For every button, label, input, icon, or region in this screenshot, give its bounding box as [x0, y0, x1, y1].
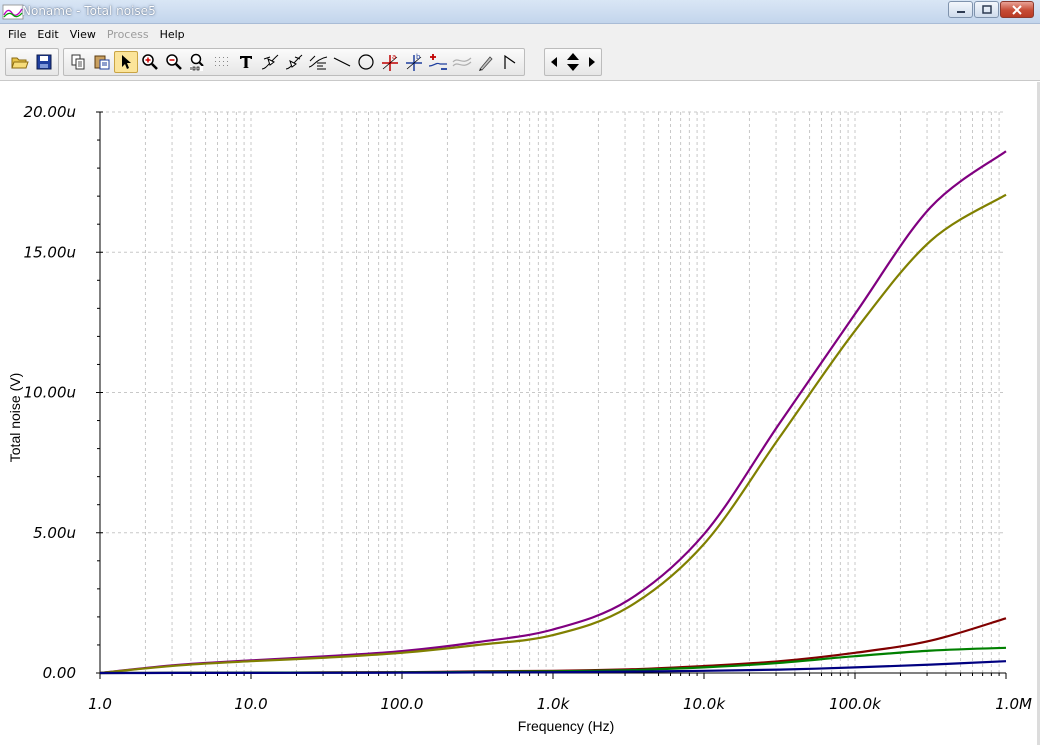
- y-tick-label: 15.00u: [24, 243, 76, 261]
- paste-icon: [94, 55, 110, 70]
- remove-curve-icon: [452, 57, 472, 67]
- zoom-100-icon: [190, 53, 204, 71]
- zoom-out-icon: [166, 54, 182, 70]
- minimize-button[interactable]: [948, 1, 973, 18]
- line-tool-icon: [333, 57, 351, 67]
- y-axis-label: Total noise (V): [7, 373, 23, 462]
- x-axis-label: Frequency (Hz): [518, 718, 614, 734]
- axes-layer: [96, 111, 1007, 679]
- circle-tool-icon: [358, 54, 374, 70]
- x-tick-label: 1.0M: [995, 695, 1032, 713]
- y-tick-label: 20.00u: [24, 103, 76, 121]
- grid-button[interactable]: [210, 51, 234, 73]
- remove-curve-button: [450, 51, 474, 73]
- zoom-in-button[interactable]: [138, 51, 162, 73]
- toolbar-group-tools: a b: [63, 48, 525, 76]
- scroll-left-icon: [551, 57, 557, 67]
- close-button[interactable]: [1000, 1, 1034, 18]
- arrow-tool-button[interactable]: [498, 51, 522, 73]
- save-disk-icon: [36, 54, 52, 70]
- scroll-up-down-icon: [567, 53, 579, 71]
- save-button[interactable]: [32, 51, 56, 73]
- circle-tool-button[interactable]: [354, 51, 378, 73]
- menu-edit[interactable]: Edit: [33, 28, 62, 41]
- y-tick-label: 0.00: [43, 664, 76, 682]
- open-button[interactable]: [8, 51, 32, 73]
- scroll-right-button[interactable]: [585, 51, 599, 73]
- line-tool-button[interactable]: [330, 51, 354, 73]
- menu-bar: File Edit View Process Help: [0, 24, 1040, 45]
- window-title: Noname - Total noise5: [22, 4, 156, 18]
- x-tick-label: 100.0: [381, 695, 424, 713]
- arrow-tool-icon: [504, 54, 516, 69]
- series-line-2: [99, 193, 1007, 675]
- open-folder-icon: [11, 57, 29, 69]
- minimize-icon: [956, 10, 965, 13]
- plot-area[interactable]: 0.00 5.00u 10.00u 15.00u 20.00u 1.0 10.0 100.0 1…: [0, 82, 1040, 745]
- zoom-100-button[interactable]: [186, 51, 210, 73]
- zoom-in-icon: [142, 54, 158, 70]
- toolbar-group-file: [5, 48, 59, 76]
- y-tick-label: 5.00u: [33, 524, 76, 542]
- menu-process: Process: [106, 28, 149, 41]
- curve-label-button[interactable]: [306, 51, 330, 73]
- scroll-right-icon: [589, 57, 595, 67]
- toolbar-group-scroll: [544, 48, 602, 76]
- curve-marker-2-icon: [285, 54, 303, 70]
- toolbar: a b: [0, 45, 1040, 81]
- grid-dots-icon: [215, 57, 228, 66]
- add-curve-button[interactable]: [426, 51, 450, 73]
- copy-button[interactable]: [66, 51, 90, 73]
- curve-marker-button[interactable]: [258, 51, 282, 73]
- maximize-button[interactable]: [974, 1, 999, 18]
- scroll-up-down-button[interactable]: [561, 51, 585, 73]
- menu-help[interactable]: Help: [156, 28, 189, 41]
- copy-icon: [71, 54, 85, 70]
- x-tick-label: 10.0: [234, 695, 267, 713]
- zoom-out-button[interactable]: [162, 51, 186, 73]
- x-tick-label: 100.0k: [829, 695, 882, 713]
- menu-view[interactable]: View: [66, 28, 100, 41]
- close-icon: [1012, 4, 1022, 15]
- add-curve-icon: [428, 54, 447, 70]
- pen-tool-button[interactable]: [474, 51, 498, 73]
- text-tool-button[interactable]: [234, 51, 258, 73]
- pointer-arrow-icon: [122, 55, 131, 69]
- svg-text:a: a: [392, 53, 396, 61]
- menu-file[interactable]: File: [4, 28, 30, 41]
- x-tick-label: 10.0k: [683, 695, 726, 713]
- x-tick-label: 1.0: [88, 695, 112, 713]
- curve-marker-2-button[interactable]: [282, 51, 306, 73]
- cursor-a-button[interactable]: a: [378, 51, 402, 73]
- noise-chart[interactable]: 0.00 5.00u 10.00u 15.00u 20.00u 1.0 10.0 100.0 1…: [0, 82, 1037, 745]
- y-tick-label: 10.00u: [24, 384, 76, 402]
- waveform-app-icon: [2, 4, 24, 20]
- grid-layer: [100, 111, 1006, 673]
- svg-text:b: b: [416, 53, 421, 61]
- cursor-b-button[interactable]: b: [402, 51, 426, 73]
- scroll-left-button[interactable]: [547, 51, 561, 73]
- cursor-a-icon: a: [382, 53, 398, 71]
- cursor-b-icon: b: [406, 53, 422, 71]
- maximize-icon: [981, 5, 992, 14]
- x-tick-label: 1.0k: [537, 695, 571, 713]
- paste-button[interactable]: [90, 51, 114, 73]
- pointer-button[interactable]: [114, 51, 138, 73]
- curve-marker-icon: [261, 54, 279, 70]
- title-bar: Noname - Total noise5: [0, 0, 1040, 24]
- pen-tool-icon: [479, 56, 493, 71]
- text-tool-icon: [240, 56, 252, 68]
- curve-label-icon: [308, 55, 328, 70]
